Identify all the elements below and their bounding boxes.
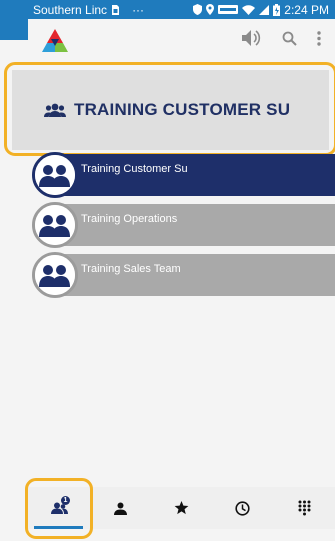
person-icon [113, 502, 127, 515]
location-icon [206, 4, 215, 15]
group-item-training-customer-su[interactable]: Training Customer Su [32, 152, 335, 198]
bottom-navigation: 1 [28, 487, 335, 529]
volte-icon [218, 5, 239, 14]
status-bar: Southern Linc ··· 2:24 PM [28, 0, 335, 19]
group-list: Training Customer Su Training Operations [32, 152, 335, 302]
wifi-icon [242, 4, 256, 15]
group-icon [44, 103, 66, 117]
clock-icon [235, 500, 251, 516]
tab-dialpad[interactable] [274, 487, 335, 529]
group-item-label: Training Sales Team [81, 263, 181, 275]
signal-icon [259, 4, 270, 15]
app-bar [28, 19, 335, 63]
group-avatar [32, 252, 78, 298]
speaker-icon[interactable] [242, 30, 262, 46]
app-logo [42, 29, 68, 52]
tab-contacts[interactable] [89, 487, 150, 529]
carrier-label: Southern Linc [33, 2, 108, 17]
tab-favorites[interactable] [151, 487, 212, 529]
status-bar-strip [0, 0, 28, 40]
page-title: TRAINING CUSTOMER SU [74, 100, 291, 119]
dialpad-icon [298, 500, 311, 516]
selected-group-header: TRAINING CUSTOMER SU [12, 70, 329, 150]
group-avatar-icon [35, 155, 75, 195]
group-item-label: Training Operations [81, 213, 178, 225]
shield-icon [193, 4, 203, 15]
sim-icon [112, 4, 120, 15]
list-item-background [46, 254, 335, 296]
tab-history[interactable] [212, 487, 273, 529]
group-avatar-icon [35, 205, 75, 245]
battery-icon [273, 3, 281, 16]
group-item-training-sales-team[interactable]: Training Sales Team [32, 252, 335, 298]
tab-groups[interactable]: 1 [28, 487, 89, 529]
overflow-dots: ··· [132, 2, 145, 17]
list-item-background [46, 204, 335, 246]
star-icon [174, 501, 189, 515]
unread-badge: 1 [61, 496, 70, 505]
group-avatar-icon [35, 255, 75, 295]
group-item-training-operations[interactable]: Training Operations [32, 202, 335, 248]
more-options-icon[interactable] [317, 30, 321, 46]
search-icon[interactable] [282, 31, 297, 46]
group-item-label: Training Customer Su [81, 163, 188, 175]
clock: 2:24 PM [284, 2, 329, 17]
group-avatar [32, 152, 78, 198]
list-item-background [46, 154, 335, 196]
group-avatar [32, 202, 78, 248]
